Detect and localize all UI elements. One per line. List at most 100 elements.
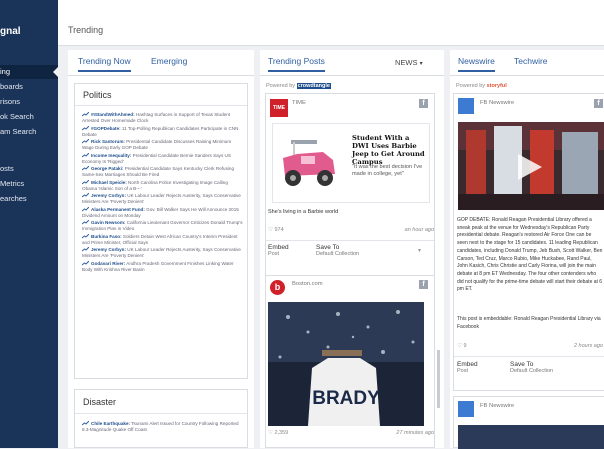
- trend-tag: Jeremy Corbyn:: [91, 193, 126, 198]
- list-item[interactable]: #GOPDebate: 11 Top-Polling Republican Ca…: [82, 126, 244, 138]
- trending-up-icon: [82, 166, 89, 171]
- scrollbar[interactable]: [437, 350, 440, 408]
- card-stats: ♡ 9 2 hours ago: [457, 343, 603, 349]
- posts-header: Trending Posts NEWS ▾: [260, 50, 444, 76]
- list-item[interactable]: George Pataki: Presidential Candidate Sa…: [82, 166, 244, 178]
- list-item[interactable]: Income Inequality: Presidential Candidat…: [82, 153, 244, 165]
- interaction-count: 974: [274, 227, 284, 233]
- newswire-tabs: Newswire Techwire: [450, 50, 604, 76]
- time-logo: TIME: [270, 99, 288, 117]
- sidebar-item-metrics[interactable]: Metrics: [0, 177, 58, 191]
- list-item[interactable]: Alaska Permanent Fund: Gov. Bill Walker …: [82, 207, 244, 219]
- trend-tag: Rick Santorum:: [91, 139, 125, 144]
- disaster-title: Disaster: [83, 397, 117, 407]
- save-to-dropdown[interactable]: Save To Default Collection: [510, 361, 553, 374]
- politics-title: Politics: [83, 90, 112, 100]
- embed-button[interactable]: Embed Post: [457, 361, 478, 374]
- list-item[interactable]: #IStandWithAhmed: Hashtag Surfaces in Su…: [82, 112, 244, 124]
- powered-by-label: Powered by: [456, 83, 486, 89]
- embed-sub: Post: [268, 251, 280, 257]
- sidebar-item-dashboards[interactable]: boards: [0, 80, 58, 94]
- post-card: b Boston.com f BRADY ♡ 2,359 27 minutes …: [265, 275, 435, 448]
- page-title: Trending: [68, 25, 104, 35]
- save-to-dropdown[interactable]: Save To Default Collection: [316, 244, 359, 257]
- trend-tag: Gavin Newsom:: [91, 220, 126, 225]
- trending-up-icon: [82, 247, 89, 252]
- fb-newswire-avatar: [458, 401, 474, 417]
- sidebar-item-label: earches: [0, 194, 27, 203]
- heart-icon: ♡: [268, 227, 273, 233]
- tab-emerging[interactable]: Emerging: [151, 56, 187, 66]
- trend-tag: Alaska Permanent Fund:: [91, 207, 145, 212]
- list-item[interactable]: Chile Earthquake: Tsunami Alert Issued f…: [82, 421, 244, 433]
- sidebar-item-searches[interactable]: earches: [0, 192, 58, 206]
- trend-tag: Jeremy Corbyn:: [91, 247, 126, 252]
- sidebar-item-facebook-search[interactable]: ok Search: [0, 110, 58, 124]
- list-item[interactable]: Gavin Newsom: California Lieutenant Gove…: [82, 220, 244, 232]
- card-image[interactable]: [458, 425, 604, 449]
- jersey-name: BRADY: [312, 388, 380, 409]
- post-time: an hour ago: [404, 227, 434, 233]
- brady-photo[interactable]: BRADY: [268, 302, 424, 426]
- trending-up-icon: [82, 261, 89, 266]
- trending-up-icon: [82, 153, 89, 158]
- post-caption: She's living in a Barbie world: [268, 209, 339, 215]
- card-body: GOP DEBATE: Ronald Reagan Presidential L…: [457, 217, 603, 293]
- disaster-card: Disaster Chile Earthquake: Tsunami Alert…: [74, 389, 248, 448]
- newswire-column: Newswire Techwire Powered by storyful FB…: [450, 50, 604, 449]
- post-actions: Embed Post Save To Default Collection ▾: [266, 240, 434, 262]
- sidebar-item-posts[interactable]: osts: [0, 162, 58, 176]
- trend-tag: Burkina Faso:: [91, 234, 122, 239]
- app-brand: gnal: [0, 26, 21, 37]
- interaction-count: 2,359: [274, 430, 289, 436]
- post-quote: "It was the best decision I've made in c…: [352, 164, 423, 177]
- newswire-card: FB Newswire f GOP DEBATE: Ronald Reagan …: [453, 93, 604, 391]
- chevron-down-icon[interactable]: ▾: [418, 247, 421, 254]
- heart-icon: ♡: [457, 343, 462, 349]
- card-time: 2 hours ago: [573, 343, 603, 349]
- trending-up-icon: [82, 421, 89, 426]
- facebook-icon: f: [594, 99, 603, 108]
- embed-button[interactable]: Embed Post: [268, 244, 289, 257]
- barbie-jeep-image: [283, 140, 335, 186]
- tab-newswire[interactable]: Newswire: [458, 56, 495, 72]
- list-item[interactable]: Jeremy Corbyn: UK Labour Leader Rejects …: [82, 247, 244, 259]
- card-source: FB Newswire: [480, 100, 515, 106]
- active-arrow-icon: [53, 67, 58, 77]
- trend-tag: Michael Speicle:: [91, 180, 127, 185]
- trend-tag: Godavari River:: [91, 261, 126, 266]
- trending-up-icon: [82, 193, 89, 198]
- news-filter-dropdown[interactable]: NEWS ▾: [395, 58, 423, 67]
- trend-tag: #IStandWithAhmed:: [91, 112, 135, 117]
- list-item[interactable]: Burkina Faso: Soldiers Detain West Afric…: [82, 234, 244, 246]
- sidebar-item-trending[interactable]: ing: [0, 65, 58, 79]
- facebook-icon: f: [419, 280, 428, 289]
- tab-techwire[interactable]: Techwire: [514, 56, 548, 66]
- sidebar-item-label: am Search: [0, 127, 37, 136]
- post-headline: Student With a DWI Uses Barbie Jeep to G…: [352, 134, 425, 166]
- trending-up-icon: [82, 220, 89, 225]
- trending-up-icon: [82, 207, 89, 212]
- tab-trending-now[interactable]: Trending Now: [78, 56, 131, 72]
- save-sub: Default Collection: [510, 368, 554, 374]
- list-item[interactable]: Michael Speicle: North Carolina Police I…: [82, 180, 244, 192]
- post-stats: ♡ 974 an hour ago: [268, 227, 434, 233]
- trending-column: Trending Now Emerging Politics #IStandWi…: [68, 50, 254, 448]
- trending-up-icon: [82, 139, 89, 144]
- trend-tag: #GOPDebate:: [91, 126, 121, 131]
- list-item[interactable]: Jeremy Corbyn: UK Labour Leader Rejects …: [82, 193, 244, 205]
- interaction-count: 9: [463, 343, 467, 349]
- crowdtangle-logo: crowdtangle: [296, 83, 331, 89]
- link-preview[interactable]: Student With a DWI Uses Barbie Jeep to G…: [272, 123, 430, 203]
- news-filter-label: NEWS: [395, 58, 418, 67]
- sidebar-item-instagram-search[interactable]: am Search: [0, 125, 58, 139]
- embed-label: Embed: [457, 361, 478, 368]
- sidebar-item-comparisons[interactable]: risons: [0, 95, 58, 109]
- sidebar-item-label: Metrics: [0, 179, 25, 188]
- list-item[interactable]: Rick Santorum: Presidential Candidate Di…: [82, 139, 244, 151]
- sidebar-item-label: osts: [0, 164, 14, 173]
- debate-stage-video[interactable]: [458, 122, 604, 210]
- save-label: Save To: [510, 361, 534, 368]
- newswire-card: FB Newswire: [453, 396, 604, 449]
- list-item[interactable]: Godavari River: Andhra Pradesh Governmen…: [82, 261, 244, 273]
